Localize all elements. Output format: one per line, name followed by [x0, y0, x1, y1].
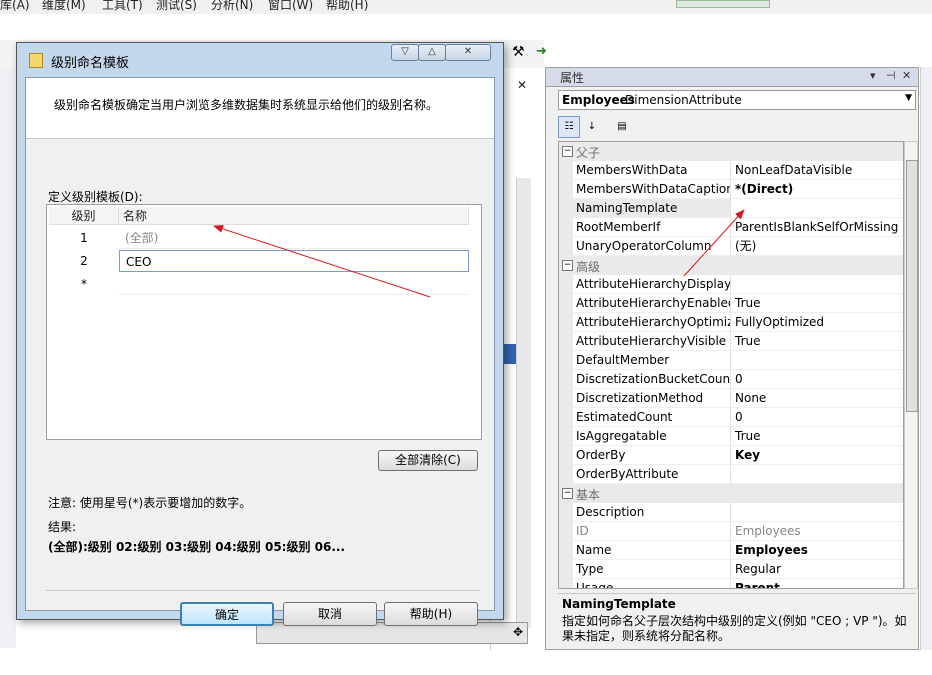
annotation-overlay	[213, 209, 745, 298]
annotation-arrow	[213, 225, 431, 298]
annotation-arrow	[683, 209, 745, 277]
